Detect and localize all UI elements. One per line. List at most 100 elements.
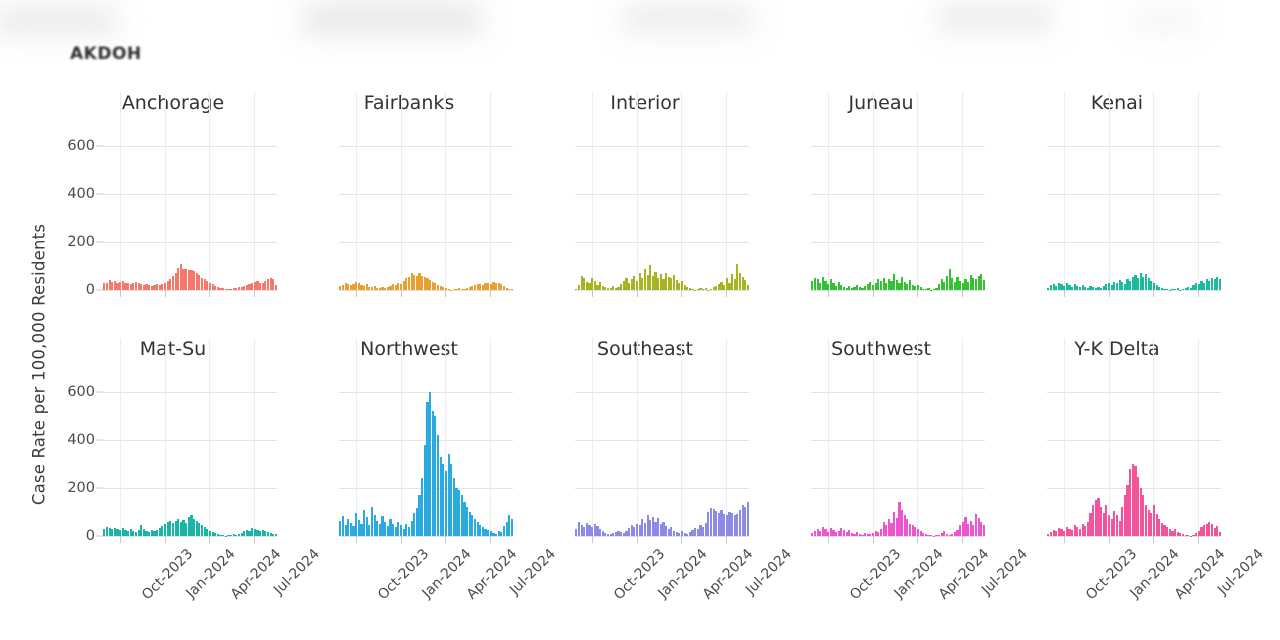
- bar-series: [103, 368, 278, 536]
- bar[interactable]: [746, 122, 750, 290]
- x-axis-tick-mark: [636, 536, 638, 543]
- chrome-blob: [300, 2, 485, 36]
- plot-area: [811, 92, 986, 296]
- y-axis-tick-label: 0: [85, 282, 95, 298]
- x-axis-tick-mark: [961, 290, 963, 297]
- plot-area: [811, 338, 986, 542]
- bar-series: [575, 122, 750, 290]
- x-axis: Oct-2023 Jan-2024 Apr-2024 Jul-2024: [575, 536, 794, 636]
- plot-area: [1047, 92, 1222, 296]
- facet-title: Southeast: [597, 338, 693, 360]
- chrome-blob: [1130, 10, 1200, 32]
- bar[interactable]: [1218, 122, 1222, 290]
- chrome-blob: [620, 4, 755, 34]
- bar[interactable]: [982, 122, 986, 290]
- bar[interactable]: [510, 122, 514, 290]
- x-axis-tick-mark: [445, 290, 447, 297]
- x-axis-tick-mark: [253, 536, 255, 543]
- facet-panel-southeast[interactable]: Southeast Oct-2023 Jan-2024 Apr-2024 Jul-202…: [527, 332, 794, 640]
- akdoh-watermark: AKDOH: [70, 44, 142, 64]
- plot-area: 0 200 400 600: [67, 92, 278, 298]
- facet-panel-y-k-delta[interactable]: Y-K Delta Oct-2023 Jan-2024 Apr-2024 Jul-202…: [999, 332, 1266, 640]
- plot-area: [575, 92, 750, 296]
- y-axis-tick-label: 400: [67, 186, 95, 202]
- facet-title: Kenai: [1090, 92, 1144, 114]
- x-axis-tick-mark: [917, 536, 919, 543]
- x-axis-tick-mark: [592, 290, 594, 297]
- facet-panel-southwest[interactable]: Southwest Oct-2023 Jan-2024 Apr-2024 Jul-202…: [763, 332, 1030, 640]
- bar[interactable]: [274, 122, 278, 290]
- bar-series: [339, 368, 514, 536]
- x-axis-tick-mark: [209, 290, 211, 297]
- x-axis-tick-mark: [164, 536, 166, 543]
- y-axis-tick-label: 600: [67, 384, 95, 400]
- y-axis-tick-label: 400: [67, 432, 95, 448]
- x-axis-tick-mark: [489, 290, 491, 297]
- blurred-top-chrome: [0, 0, 1280, 86]
- bar[interactable]: [982, 368, 986, 536]
- y-axis-tick-mark: [96, 241, 103, 243]
- facet-title: Anchorage: [121, 92, 225, 114]
- bar-series: [1047, 122, 1222, 290]
- x-axis: Oct-2023 Jan-2024 Apr-2024 Jul-2024: [811, 536, 1030, 636]
- x-axis-tick-mark: [1064, 536, 1066, 543]
- x-axis-tick-mark: [1108, 536, 1110, 543]
- x-axis-tick-mark: [917, 290, 919, 297]
- x-axis-tick-mark: [120, 290, 122, 297]
- facet-panel-northwest[interactable]: Northwest Oct-2023 Jan-2024 Apr-2024 Jul-202…: [291, 332, 558, 640]
- facet-panel-anchorage[interactable]: Anchorage 0 200 400 600: [55, 86, 291, 332]
- facet-title: Y-K Delta: [1074, 338, 1160, 360]
- bar[interactable]: [510, 368, 514, 536]
- plot-area: [575, 338, 750, 542]
- plot-area: [1047, 338, 1222, 542]
- facet-title: Southwest: [831, 338, 931, 360]
- facet-panel-juneau[interactable]: Juneau: [763, 86, 999, 332]
- facet-title: Juneau: [848, 92, 914, 114]
- x-axis-tick-mark: [400, 290, 402, 297]
- x-axis-tick-mark: [592, 536, 594, 543]
- x-axis-tick-mark: [356, 536, 358, 543]
- x-axis-tick-mark: [1064, 290, 1066, 297]
- x-axis-tick-mark: [681, 290, 683, 297]
- x-axis-tick-mark: [209, 536, 211, 543]
- facet-panel-mat-su[interactable]: Mat-Su 0 200 400 600 Oct-2023 Jan-2024 Apr-2024…: [55, 332, 322, 640]
- plot-area: [339, 92, 514, 296]
- facet-title: Interior: [610, 92, 680, 114]
- small-multiples-grid: Anchorage 0 200 400 600 Fairbanks Interior June…: [0, 86, 1280, 640]
- bar[interactable]: [746, 368, 750, 536]
- y-axis-tick-mark: [96, 391, 103, 393]
- bar[interactable]: [1218, 368, 1222, 536]
- bar-series: [339, 122, 514, 290]
- plot-area: [339, 338, 514, 542]
- facet-panel-interior[interactable]: Interior: [527, 86, 763, 332]
- x-axis-tick-mark: [828, 536, 830, 543]
- x-axis-tick-mark: [489, 536, 491, 543]
- bar-series: [575, 368, 750, 536]
- facet-row-bottom: Mat-Su 0 200 400 600 Oct-2023 Jan-2024 Apr-2024…: [0, 332, 1280, 640]
- x-axis-tick-mark: [872, 536, 874, 543]
- bar-series: [103, 122, 278, 290]
- facet-panel-fairbanks[interactable]: Fairbanks: [291, 86, 527, 332]
- x-axis-tick-mark: [725, 290, 727, 297]
- x-axis-tick-mark: [1197, 536, 1199, 543]
- x-axis-tick-mark: [872, 290, 874, 297]
- plot-area: 0 200 400 600: [67, 338, 278, 544]
- bar[interactable]: [274, 368, 278, 536]
- facet-title: Mat-Su: [139, 338, 207, 360]
- x-axis-tick-mark: [356, 290, 358, 297]
- y-axis-tick-mark: [96, 439, 103, 441]
- x-axis-tick-mark: [1153, 536, 1155, 543]
- x-axis-tick-mark: [120, 536, 122, 543]
- facet-panel-kenai[interactable]: Kenai: [999, 86, 1235, 332]
- x-axis: Oct-2023 Jan-2024 Apr-2024 Jul-2024: [339, 536, 558, 636]
- dashboard-chart-view: AKDOH Case Rate per 100,000 Residents An…: [0, 0, 1280, 640]
- x-axis-tick-mark: [961, 536, 963, 543]
- y-axis-tick-label: 0: [85, 528, 95, 544]
- x-axis-tick-mark: [253, 290, 255, 297]
- y-axis-tick-mark: [96, 145, 103, 147]
- x-axis-tick-mark: [828, 290, 830, 297]
- y-axis-tick-label: 200: [67, 234, 95, 250]
- bar-series: [811, 122, 986, 290]
- y-axis-tick-mark: [96, 289, 103, 291]
- x-axis-tick-mark: [1153, 290, 1155, 297]
